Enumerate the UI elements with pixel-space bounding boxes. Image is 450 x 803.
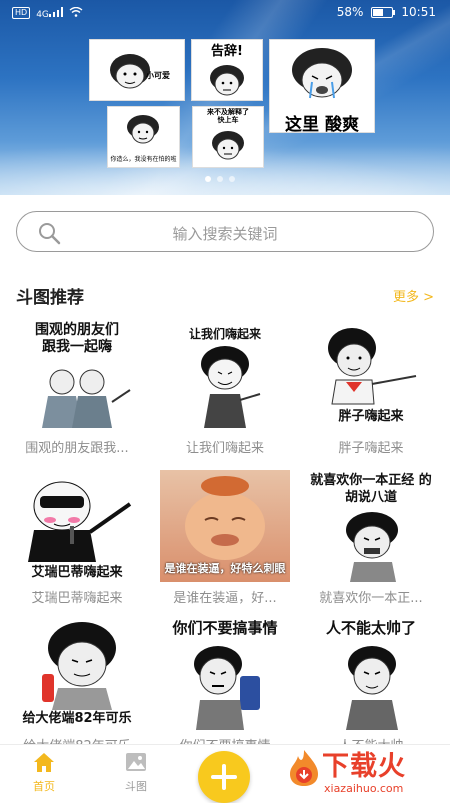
- meme-thumbnail: 就喜欢你一本正经 的胡说八道: [306, 470, 436, 582]
- watermark-logo: 下载火 xiazaihuo.com: [284, 742, 450, 800]
- meme-label: 围观的朋友跟我...: [25, 441, 129, 456]
- section-title: 斗图推荐: [16, 288, 84, 308]
- watermark-url: xiazaihuo.com: [324, 782, 404, 795]
- meme-image-caption: 给大佬端82年可乐: [22, 711, 132, 726]
- status-bar: HD 4G 58% 10:51: [0, 0, 450, 26]
- add-button[interactable]: [198, 751, 250, 803]
- tab-home[interactable]: 首页: [14, 751, 74, 794]
- banner-meme-caption: 小可爱: [146, 71, 170, 80]
- banner-meme-2[interactable]: 告辞!: [191, 39, 263, 101]
- meme-card[interactable]: 围观的朋友们 跟我一起嗨 围观的朋友跟我...: [12, 320, 142, 456]
- battery-icon: [371, 6, 396, 18]
- pagination-dot: [217, 176, 223, 182]
- meme-image-caption: 人不能太帅了: [325, 619, 416, 637]
- meme-thumbnail: 艾瑞巴蒂嗨起来: [12, 470, 142, 582]
- meme-thumbnail: 胖子嗨起来: [306, 320, 436, 432]
- pagination-dot: [205, 176, 211, 182]
- meme-label: 是谁在装逼，好...: [173, 591, 277, 606]
- home-icon: [32, 753, 56, 776]
- meme-label: 让我们嗨起来: [185, 441, 264, 456]
- meme-thumbnail: 你们不要搞事情: [160, 618, 290, 730]
- banner-meme-1[interactable]: 小可爱: [89, 39, 185, 101]
- banner-pagination: [205, 176, 235, 182]
- meme-image-caption: 让我们嗨起来: [188, 327, 261, 341]
- meme-label: 就喜欢你一本正...: [319, 591, 423, 606]
- banner-meme-caption: 来不及解释了 快上车: [207, 108, 249, 124]
- tab-home-label: 首页: [33, 780, 55, 793]
- tab-meme-label: 斗图: [125, 780, 147, 793]
- top-banner[interactable]: HD 4G 58% 10:51 小可爱 告辞! 这里 酸爽 你造么，我没有在怕的…: [0, 0, 450, 195]
- banner-meme-caption: 你造么，我没有在怕的啦: [110, 156, 177, 163]
- meme-thumbnail: 人不能太帅了: [306, 618, 436, 730]
- meme-image-caption: 是谁在装逼，好特么刺眼: [164, 562, 286, 575]
- meme-card[interactable]: 胖子嗨起来 胖子嗨起来: [306, 320, 436, 456]
- search-placeholder: 输入搜索关键词: [172, 225, 278, 243]
- meme-thumbnail: 给大佬端82年可乐: [12, 618, 142, 730]
- watermark-title: 下载火: [322, 751, 406, 782]
- tab-meme[interactable]: 斗图: [106, 751, 166, 794]
- meme-card[interactable]: 给大佬端82年可乐 给大佬端82年可乐: [12, 618, 142, 754]
- meme-card[interactable]: 艾瑞巴蒂嗨起来 艾瑞巴蒂嗨起来: [12, 470, 142, 606]
- image-icon: [124, 753, 148, 776]
- meme-image-caption: 你们不要搞事情: [172, 619, 278, 637]
- meme-image-caption: 围观的朋友们 跟我一起嗨: [35, 322, 119, 355]
- meme-image-caption: 艾瑞巴蒂嗨起来: [31, 565, 123, 580]
- wifi-icon: [69, 6, 83, 20]
- meme-image-caption: 胖子嗨起来: [338, 409, 404, 424]
- meme-card[interactable]: 是谁在装逼，好特么刺眼 是谁在装逼，好...: [160, 470, 290, 606]
- more-link[interactable]: 更多 >: [393, 286, 434, 305]
- meme-thumbnail: 围观的朋友们 跟我一起嗨: [12, 320, 142, 432]
- meme-label: 艾瑞巴蒂嗨起来: [31, 591, 123, 606]
- search-bar[interactable]: 输入搜索关键词: [16, 211, 434, 252]
- banner-meme-caption: 这里 酸爽: [285, 115, 359, 133]
- battery-percent: 58%: [336, 5, 364, 19]
- banner-meme-3[interactable]: 这里 酸爽: [269, 39, 375, 133]
- meme-image-caption: 就喜欢你一本正经 的胡说八道: [310, 473, 432, 505]
- meme-card[interactable]: 人不能太帅了 人不能太帅: [306, 618, 436, 754]
- flame-icon: [290, 750, 318, 786]
- meme-label: 胖子嗨起来: [338, 441, 404, 456]
- clock: 10:51: [401, 5, 436, 19]
- meme-thumbnail: 让我们嗨起来: [160, 320, 290, 432]
- signal-icon: 4G: [36, 6, 63, 20]
- hd-badge: HD: [12, 7, 31, 19]
- meme-thumbnail: 是谁在装逼，好特么刺眼: [160, 470, 290, 582]
- meme-card[interactable]: 让我们嗨起来 让我们嗨起来: [160, 320, 290, 456]
- banner-meme-4[interactable]: 你造么，我没有在怕的啦: [107, 106, 180, 168]
- banner-meme-5[interactable]: 来不及解释了 快上车: [192, 106, 264, 168]
- meme-card[interactable]: 就喜欢你一本正经 的胡说八道 就喜欢你一本正...: [306, 470, 436, 606]
- meme-card[interactable]: 你们不要搞事情 你们不要搞事情: [160, 618, 290, 754]
- pagination-dot: [229, 176, 235, 182]
- banner-meme-caption: 告辞!: [211, 44, 243, 59]
